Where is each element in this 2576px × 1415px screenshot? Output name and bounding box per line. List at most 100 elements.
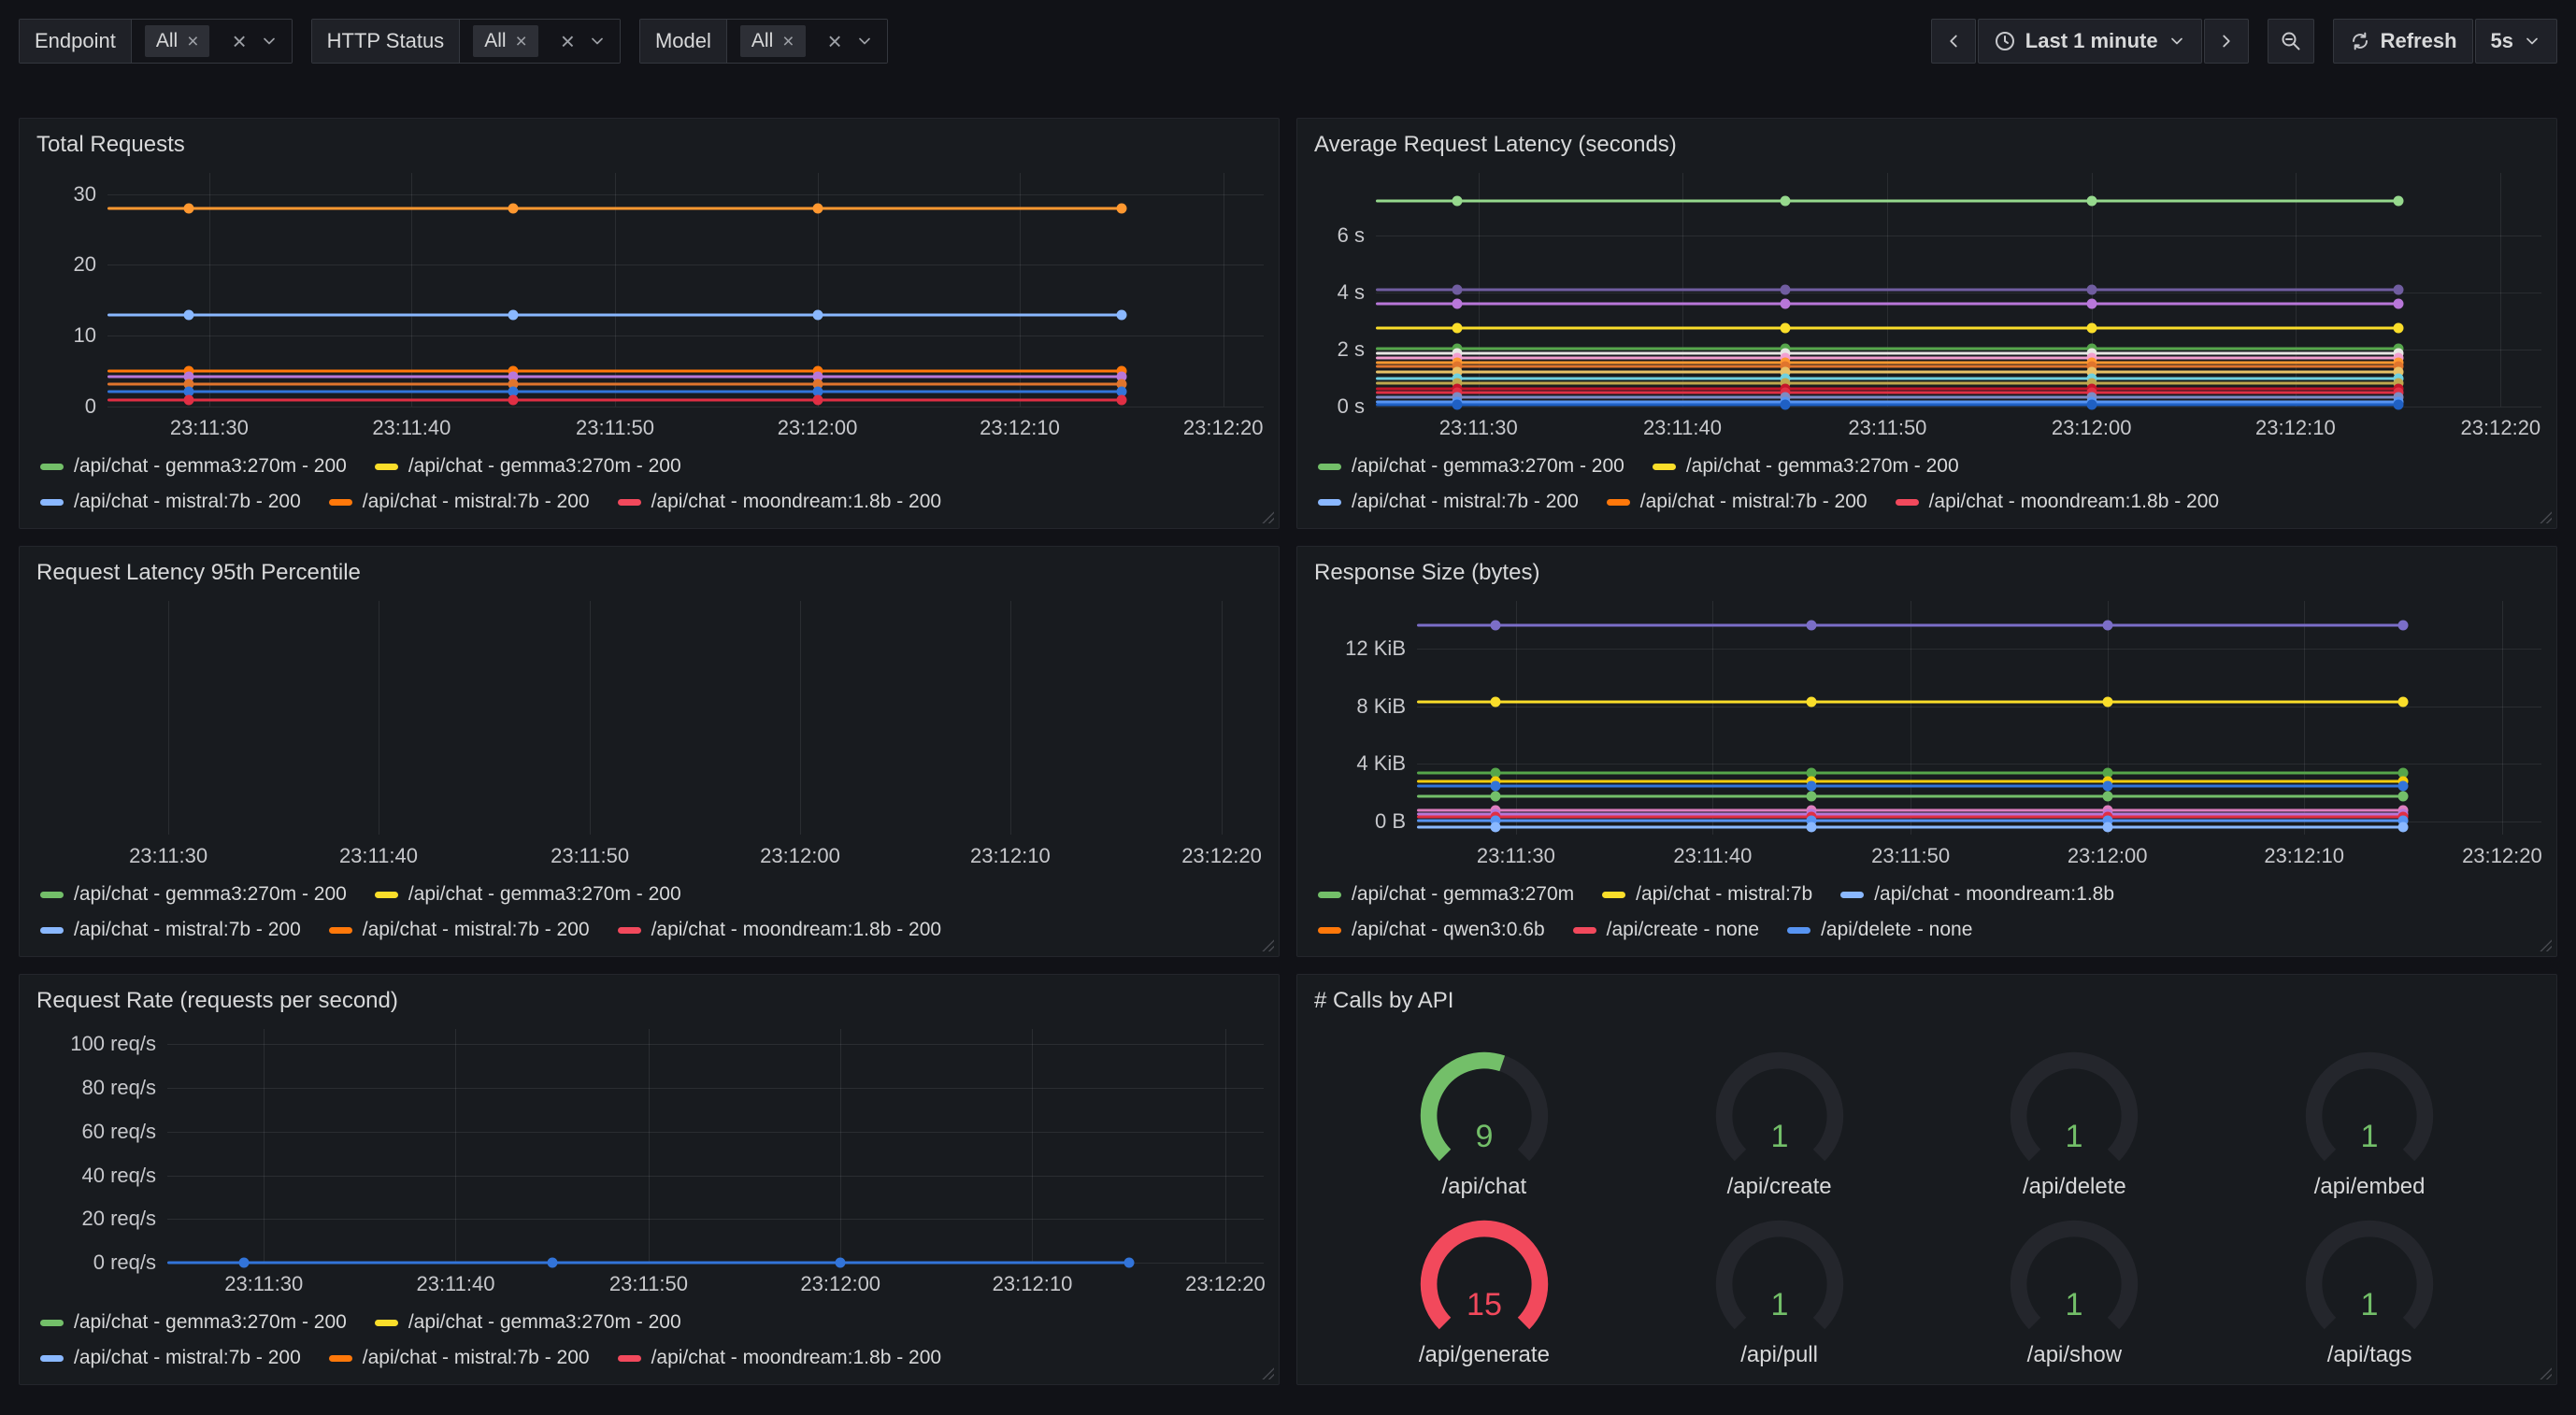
remove-value-icon[interactable]: × (516, 32, 527, 51)
y-tick-label: 4 KiB (1356, 751, 1406, 776)
legend-item[interactable]: /api/chat - mistral:7b - 200 (40, 491, 301, 513)
h-gridline (107, 264, 1264, 265)
series-line (1417, 785, 2403, 788)
variable-label: Endpoint (20, 20, 132, 63)
y-tick-label: 8 KiB (1356, 694, 1406, 719)
legend-item[interactable]: /api/create - none (1573, 919, 1759, 941)
clear-all-icon[interactable]: × (828, 29, 842, 53)
legend-item[interactable]: /api/chat - mistral:7b - 200 (1318, 491, 1579, 513)
panel-title[interactable]: Request Rate (requests per second) (36, 988, 1262, 1014)
v-gridline (1225, 1029, 1226, 1263)
x-tick-label: 23:12:00 (760, 844, 840, 868)
chip-label: All (156, 30, 178, 52)
legend-series-color (375, 464, 398, 470)
panel-total-requests: Total Requests 0102030 23:11:3023:11:402… (19, 118, 1280, 529)
series-line (107, 391, 1122, 393)
series-line (1376, 388, 2398, 391)
panel-title[interactable]: Total Requests (36, 132, 1262, 158)
gauge-title: /api/generate (1419, 1342, 1550, 1368)
panel-title[interactable]: Response Size (bytes) (1314, 560, 2540, 586)
legend-item[interactable]: /api/chat - mistral:7b - 200 (1607, 491, 1868, 513)
legend-item[interactable]: /api/chat - moondream:1.8b (1840, 883, 2114, 906)
series-point (1491, 781, 1501, 792)
y-tick-label: 12 KiB (1345, 636, 1406, 661)
refresh-group: Refresh 5s (2333, 19, 2557, 64)
selected-value-chip[interactable]: All× (740, 25, 806, 57)
panel-title[interactable]: Average Request Latency (seconds) (1314, 132, 2540, 158)
v-gridline (2502, 601, 2503, 835)
series-point (2393, 285, 2403, 295)
legend-item[interactable]: /api/chat - gemma3:270m - 200 (375, 455, 681, 478)
refresh-button[interactable]: Refresh (2333, 19, 2473, 64)
legend-item[interactable]: /api/chat - qwen3:0.6b (1318, 919, 1545, 941)
time-range-label: Last 1 minute (2025, 29, 2158, 53)
remove-value-icon[interactable]: × (187, 32, 198, 51)
legend-item[interactable]: /api/chat - mistral:7b (1602, 883, 1812, 906)
legend-item[interactable]: /api/chat - mistral:7b - 200 (329, 491, 590, 513)
legend-series-label: /api/chat - moondream:1.8b - 200 (651, 1347, 942, 1369)
clear-all-icon[interactable]: × (232, 29, 246, 53)
legend-item[interactable]: /api/chat - gemma3:270m - 200 (40, 883, 347, 906)
time-range-picker[interactable]: Last 1 minute (1978, 19, 2202, 64)
y-tick-label: 10 (74, 323, 96, 348)
gauge-api-delete: 1/api/delete (1927, 1035, 2223, 1203)
legend-series-label: /api/chat - gemma3:270m - 200 (408, 1311, 681, 1334)
time-shift-forward-button[interactable] (2204, 19, 2249, 64)
h-gridline (167, 1044, 1264, 1045)
legend-item[interactable]: /api/chat - moondream:1.8b - 200 (618, 1347, 942, 1369)
legend-series-color (40, 464, 64, 470)
legend-item[interactable]: /api/chat - mistral:7b - 200 (40, 1347, 301, 1369)
panel-title[interactable]: Request Latency 95th Percentile (36, 560, 1262, 586)
series-point (2398, 792, 2409, 802)
legend-item[interactable]: /api/chat - gemma3:270m - 200 (1653, 455, 1959, 478)
selected-value-chip[interactable]: All× (473, 25, 538, 57)
x-tick-label: 23:11:50 (1871, 844, 1950, 868)
variable-value-picker[interactable]: All × × (132, 20, 292, 63)
x-axis: 23:11:3023:11:4023:11:5023:12:0023:12:10… (167, 1263, 1264, 1296)
series-point (508, 395, 519, 406)
legend-series-label: /api/chat - gemma3:270m (1352, 883, 1574, 906)
time-shift-back-button[interactable] (1931, 19, 1976, 64)
legend-item[interactable]: /api/chat - moondream:1.8b - 200 (1896, 491, 2220, 513)
legend-item[interactable]: /api/chat - moondream:1.8b - 200 (618, 491, 942, 513)
variable-value-picker[interactable]: All×× (460, 20, 620, 63)
series-point (2086, 299, 2097, 309)
legend-series-label: /api/chat - gemma3:270m - 200 (74, 1311, 347, 1334)
legend-item[interactable]: /api/chat - moondream:1.8b - 200 (618, 919, 942, 941)
legend-item[interactable]: /api/chat - gemma3:270m - 200 (375, 883, 681, 906)
legend-item[interactable]: /api/chat - gemma3:270m (1318, 883, 1574, 906)
x-tick-label: 23:11:30 (224, 1272, 303, 1296)
legend-item[interactable]: /api/chat - mistral:7b - 200 (329, 919, 590, 941)
h-gridline (1417, 707, 2541, 708)
legend-item[interactable]: /api/delete - none (1787, 919, 1972, 941)
gauge-grid: 9/api/chat1/api/create1/api/delete1/api/… (1312, 1029, 2541, 1373)
legend-item[interactable]: /api/chat - mistral:7b - 200 (329, 1347, 590, 1369)
legend-item[interactable]: /api/chat - gemma3:270m - 200 (375, 1311, 681, 1334)
dashboard-toolbar: EndpointAll××HTTP StatusAll××ModelAll×× … (0, 0, 2576, 64)
chevron-down-icon[interactable] (588, 32, 607, 50)
h-gridline (1417, 649, 2541, 650)
legend-item[interactable]: /api/chat - gemma3:270m - 200 (40, 1311, 347, 1334)
zoom-out-button[interactable] (2268, 19, 2314, 64)
clear-all-icon[interactable]: × (561, 29, 575, 53)
gauge-api-generate: 15/api/generate (1337, 1203, 1632, 1371)
legend-series-color (329, 1355, 352, 1362)
series-point (1807, 781, 1817, 792)
x-tick-label: 23:12:10 (2264, 844, 2344, 868)
legend-item[interactable]: /api/chat - gemma3:270m - 200 (40, 455, 347, 478)
series-line (1376, 356, 2398, 359)
gauge-arc: 1 (1992, 1037, 2156, 1174)
legend-series-color (329, 927, 352, 934)
legend-item[interactable]: /api/chat - mistral:7b - 200 (40, 919, 301, 941)
y-axis: 0 B4 KiB8 KiB12 KiB (1312, 601, 1417, 835)
legend-item[interactable]: /api/chat - gemma3:270m - 200 (1318, 455, 1624, 478)
legend-row: /api/chat - gemma3:270m - 200/api/chat -… (1318, 455, 2541, 478)
panel-title[interactable]: # Calls by API (1314, 988, 2540, 1014)
legend-series-color (1896, 499, 1919, 506)
selected-value-chip[interactable]: All × (145, 25, 210, 57)
variable-value-picker[interactable]: All×× (727, 20, 887, 63)
chevron-down-icon[interactable] (855, 32, 874, 50)
remove-value-icon[interactable]: × (782, 32, 794, 51)
chevron-down-icon[interactable] (260, 32, 279, 50)
refresh-interval-picker[interactable]: 5s (2475, 19, 2557, 64)
